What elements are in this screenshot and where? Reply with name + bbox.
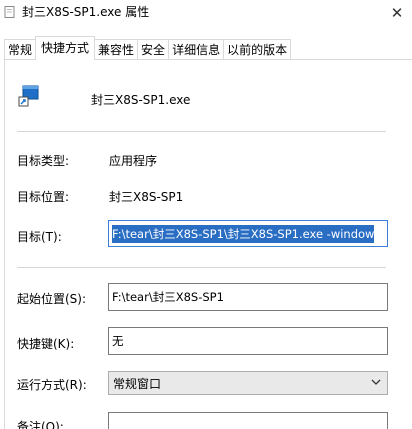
app-name: 封三X8S-SP1.exe (91, 93, 191, 107)
tab-strip: 常规 快捷方式 兼容性 安全 详细信息 以前的版本 (4, 36, 292, 60)
target-type-value: 应用程序 (109, 154, 158, 168)
divider (17, 131, 386, 132)
run-label: 运行方式(R): (17, 378, 87, 392)
hotkey-label: 快捷键(K): (17, 337, 75, 351)
target-location-label: 目标位置: (17, 190, 70, 204)
tab-previous-versions[interactable]: 以前的版本 (223, 39, 292, 60)
comment-label: 备注(O): (17, 420, 64, 429)
tab-general[interactable]: 常规 (4, 39, 37, 60)
hotkey-input[interactable]: 无 (108, 327, 388, 355)
close-icon: ✕ (390, 4, 404, 22)
tab-shortcut[interactable]: 快捷方式 (35, 36, 96, 60)
start-in-input[interactable]: F:\tear\封三X8S-SP1 (108, 283, 388, 311)
target-input[interactable]: F:\tear\封三X8S-SP1\封三X8S-SP1.exe -window (108, 220, 388, 247)
start-in-label: 起始位置(S): (17, 292, 87, 306)
start-in-input-text: F:\tear\封三X8S-SP1 (112, 290, 224, 304)
title-bar: 封三X8S-SP1.exe 属性 ✕ (0, 0, 412, 26)
target-location-value: 封三X8S-SP1 (109, 190, 184, 204)
comment-input[interactable] (108, 412, 388, 429)
hotkey-input-text: 无 (112, 334, 124, 348)
target-input-text: F:\tear\封三X8S-SP1\封三X8S-SP1.exe -window (112, 224, 375, 243)
target-label: 目标(T): (17, 230, 62, 244)
window-title: 封三X8S-SP1.exe 属性 (22, 5, 150, 19)
file-icon (4, 6, 15, 18)
run-select[interactable]: 常规窗口 (108, 371, 388, 395)
close-button[interactable]: ✕ (382, 0, 412, 26)
shortcut-app-icon (18, 85, 39, 107)
run-select-value: 常规窗口 (113, 376, 162, 391)
tab-details[interactable]: 详细信息 (168, 39, 225, 60)
tab-security[interactable]: 安全 (137, 39, 170, 60)
target-type-label: 目标类型: (17, 154, 70, 168)
properties-window: 封三X8S-SP1.exe 属性 ✕ 常规 快捷方式 兼容性 安全 详细信息 以… (0, 0, 412, 429)
tab-compatibility[interactable]: 兼容性 (94, 39, 139, 60)
divider (17, 267, 386, 268)
chevron-down-icon (371, 379, 381, 385)
